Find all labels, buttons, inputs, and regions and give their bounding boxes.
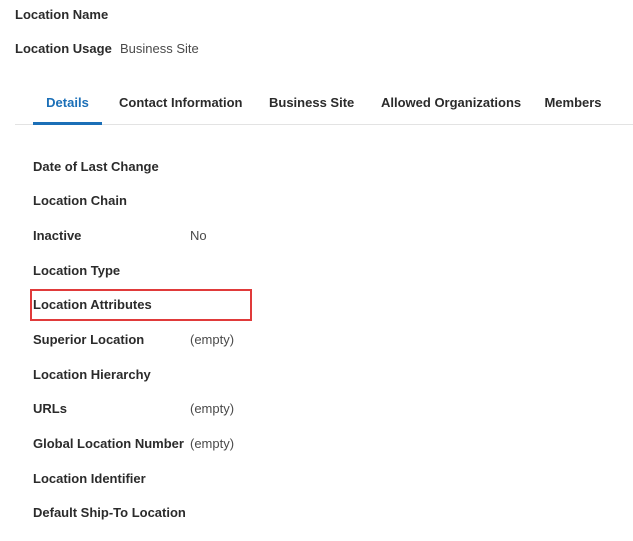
field-global-location-number: Global Location Number (empty)	[33, 435, 433, 453]
field-label: Location Chain	[33, 193, 127, 208]
tab-business-site[interactable]: Business Site	[269, 81, 354, 124]
field-label: URLs	[33, 401, 67, 416]
location-usage-row: Location Usage Business Site	[15, 40, 199, 58]
field-label: Global Location Number	[33, 436, 184, 451]
field-date-of-last-change: Date of Last Change	[33, 158, 433, 176]
field-label: Default Ship-To Location	[33, 505, 186, 520]
location-usage-label: Location Usage	[15, 41, 112, 56]
field-location-identifier: Location Identifier	[33, 470, 433, 488]
field-label: Location Type	[33, 263, 121, 278]
tab-allowed-organizations[interactable]: Allowed Organizations	[381, 81, 521, 124]
location-name-label: Location Name	[15, 7, 109, 22]
field-label: Location Attributes	[33, 297, 152, 312]
field-default-ship-to-location: Default Ship-To Location	[33, 504, 433, 522]
field-value: No	[190, 228, 207, 243]
field-label: Inactive	[33, 228, 82, 243]
field-superior-location: Superior Location (empty)	[33, 331, 433, 349]
field-label: Location Identifier	[33, 471, 146, 486]
field-value: (empty)	[190, 401, 235, 416]
field-location-attributes[interactable]: Location Attributes	[33, 296, 433, 314]
field-urls: URLs (empty)	[33, 400, 433, 418]
field-value: (empty)	[190, 332, 235, 347]
tab-bar: Details Contact Information Business Sit…	[15, 81, 633, 125]
field-value: (empty)	[190, 436, 235, 451]
field-location-type: Location Type	[33, 262, 433, 280]
field-label: Date of Last Change	[33, 159, 159, 174]
location-usage-value: Business Site	[120, 41, 199, 56]
tab-contact-information[interactable]: Contact Information	[119, 81, 243, 124]
tab-members[interactable]: Members	[544, 81, 602, 124]
field-label: Location Hierarchy	[33, 367, 151, 382]
location-name-row: Location Name	[15, 6, 108, 24]
tab-details[interactable]: Details	[33, 81, 102, 125]
field-location-hierarchy: Location Hierarchy	[33, 366, 433, 384]
field-inactive: Inactive No	[33, 227, 433, 245]
field-label: Superior Location	[33, 332, 145, 347]
field-location-chain: Location Chain	[33, 192, 433, 210]
